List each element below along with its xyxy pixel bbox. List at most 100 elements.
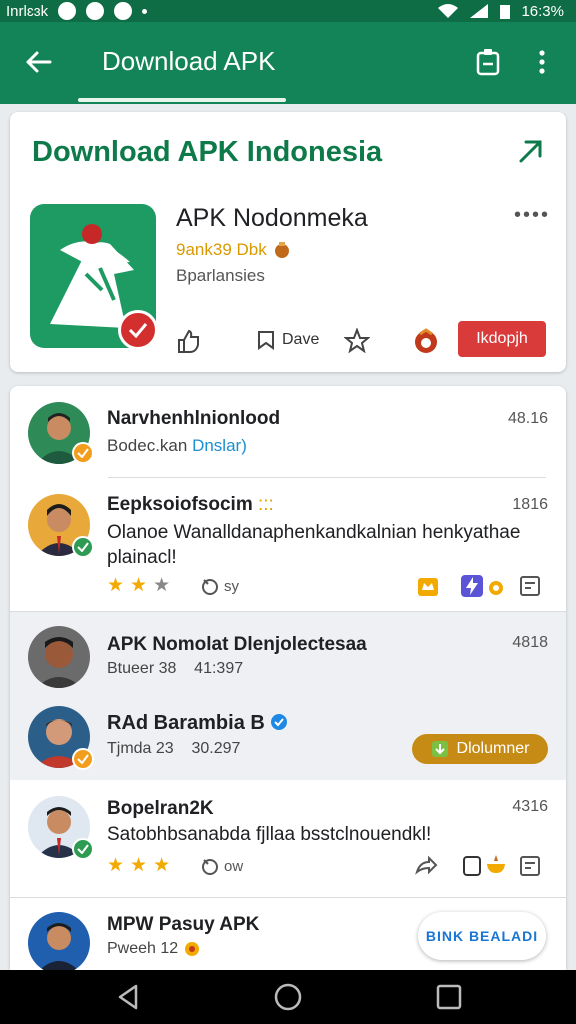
list-item[interactable]: MPW Pasuy APK Pweeh 12 BINK BEALADI bbox=[10, 898, 566, 970]
back-button[interactable] bbox=[20, 44, 56, 80]
item-time: 4818 bbox=[512, 634, 548, 651]
save-button[interactable]: Dave bbox=[256, 330, 319, 350]
verified-badge bbox=[72, 748, 94, 770]
reaction-count: sy bbox=[224, 577, 239, 595]
check-icon bbox=[77, 844, 89, 854]
verified-badge bbox=[72, 536, 94, 558]
nav-recents-icon[interactable] bbox=[434, 982, 464, 1012]
star-icon: ★ bbox=[130, 855, 148, 876]
thumbs-up-icon[interactable] bbox=[176, 328, 202, 354]
item-subtitle: Bodec.kan Dnslar) bbox=[107, 436, 247, 456]
item-title-text: Eepksoiofsocim bbox=[107, 494, 253, 515]
reaction-button[interactable]: ow bbox=[200, 856, 243, 876]
overflow-menu-button[interactable] bbox=[528, 44, 556, 80]
reaction-icon bbox=[202, 859, 218, 875]
item-time: 1816 bbox=[512, 496, 548, 513]
person-avatar-icon bbox=[36, 637, 82, 688]
rating-stars: ★ ★ ★ bbox=[107, 574, 170, 597]
item-meta: Pweeh 12 bbox=[107, 940, 179, 957]
flash-icon[interactable] bbox=[460, 574, 484, 598]
notification-icon bbox=[86, 2, 105, 20]
check-icon bbox=[77, 542, 89, 552]
download-button[interactable]: Dlolumner bbox=[412, 734, 548, 764]
item-subtitle-text: Bodec.kan bbox=[107, 436, 188, 455]
bookmark-icon[interactable] bbox=[460, 854, 484, 878]
more-vert-icon bbox=[539, 50, 545, 74]
award-icon[interactable] bbox=[412, 328, 440, 356]
list-item[interactable]: Bopelran2K Satobhbsanabda fjllaa bsstcln… bbox=[10, 780, 566, 898]
app-feed: Narvhenhlnionlood Bodec.kan Dnslar) 48.1… bbox=[10, 386, 566, 970]
star-icon: ★ bbox=[107, 855, 125, 876]
clipboard-icon bbox=[476, 49, 500, 76]
item-meta: Tjmda 23 bbox=[107, 740, 174, 757]
item-title[interactable]: APK Nomolat Dlenjolectesaa bbox=[107, 634, 367, 656]
floating-action-button[interactable]: BINK BEALADI bbox=[418, 912, 546, 960]
star-icon: ★ bbox=[153, 855, 171, 876]
featured-app-card: Download APK Indonesia APK Nodonmeka 9an… bbox=[10, 112, 566, 372]
list-item[interactable]: Eepksoiofsocim ::: Olanoe Wanalldanaphen… bbox=[10, 478, 566, 612]
avatar bbox=[28, 912, 90, 970]
list-item[interactable]: Narvhenhlnionlood Bodec.kan Dnslar) 48.1… bbox=[10, 386, 566, 478]
dot-icon bbox=[142, 8, 148, 14]
developer-name[interactable]: 9ank39 Dbk bbox=[176, 240, 267, 260]
page-title: Download APK bbox=[102, 46, 276, 76]
verified-badge bbox=[118, 310, 158, 350]
arrow-left-icon bbox=[26, 51, 52, 73]
trophy-icon bbox=[274, 242, 289, 258]
note-icon[interactable] bbox=[518, 854, 542, 878]
more-options-button[interactable]: •••• bbox=[514, 204, 550, 227]
item-time: 4316 bbox=[512, 798, 548, 815]
reaction-icon bbox=[202, 579, 218, 595]
item-subtitle: Pweeh 12 bbox=[107, 940, 200, 958]
signal-icon bbox=[470, 4, 489, 18]
badge-icon bbox=[185, 942, 200, 956]
check-icon bbox=[77, 754, 89, 764]
item-meta: 30.297 bbox=[191, 740, 241, 757]
check-icon bbox=[77, 448, 89, 458]
tab-indicator bbox=[78, 98, 286, 102]
share-icon[interactable] bbox=[414, 854, 438, 878]
install-button[interactable]: Ikdopjh bbox=[458, 321, 546, 357]
item-link[interactable]: Dnslar) bbox=[192, 436, 247, 455]
item-description: Olanoe Wanalldanaphenkandkalnian henkyat… bbox=[107, 522, 521, 568]
rating-stars: ★ ★ ★ bbox=[107, 854, 170, 877]
nav-back-icon[interactable] bbox=[114, 982, 144, 1012]
item-subtitle: Tjmda 23 30.297 bbox=[107, 740, 240, 758]
crown-icon[interactable] bbox=[416, 574, 440, 598]
app-bar: Download APK bbox=[0, 22, 576, 104]
note-icon[interactable] bbox=[518, 574, 542, 598]
bowl-icon[interactable] bbox=[484, 852, 508, 876]
clipboard-button[interactable] bbox=[470, 44, 506, 80]
app-name: APK Nodonmeka bbox=[176, 204, 368, 232]
item-title[interactable]: RAd Barambia B bbox=[107, 712, 288, 735]
download-label: Dlolumner bbox=[456, 740, 530, 757]
check-icon bbox=[128, 323, 148, 338]
item-meta: Btueer 38 bbox=[107, 660, 177, 677]
item-time: 48.16 bbox=[507, 410, 548, 427]
star-icon: ★ bbox=[153, 575, 171, 596]
status-bar: Inrlɛɜk 16:3% bbox=[0, 0, 576, 22]
clock: 16:3% bbox=[521, 2, 564, 20]
arrow-up-right-icon[interactable] bbox=[516, 136, 546, 166]
system-nav-bar bbox=[0, 970, 576, 1024]
star-outline-icon[interactable] bbox=[344, 328, 370, 354]
item-title: MPW Pasuy APK bbox=[107, 914, 260, 935]
bookmark-icon bbox=[258, 331, 274, 350]
highlighted-group: APK Nomolat Dlenjolectesaa Btueer 38 41:… bbox=[10, 612, 566, 780]
star-icon: ★ bbox=[107, 575, 125, 596]
nav-home-icon[interactable] bbox=[273, 982, 303, 1012]
item-subtitle: Btueer 38 41:397 bbox=[107, 660, 243, 678]
carrier-label: Inrlɛɜk bbox=[6, 2, 49, 20]
reaction-count: ow bbox=[224, 857, 244, 875]
item-title-text: RAd Barambia B bbox=[107, 712, 265, 734]
section-title: Download APK Indonesia bbox=[32, 136, 383, 168]
developer-row: 9ank39 Dbk bbox=[176, 240, 291, 260]
avatar[interactable] bbox=[28, 626, 90, 688]
app-category: Bparlansies bbox=[176, 266, 265, 285]
circle-icon[interactable] bbox=[484, 576, 508, 600]
verified-badge bbox=[72, 442, 94, 464]
item-title: Eepksoiofsocim ::: bbox=[107, 494, 274, 516]
item-meta: 41:397 bbox=[194, 660, 244, 677]
notification-icon bbox=[58, 2, 77, 20]
reaction-button[interactable]: sy bbox=[200, 576, 239, 596]
